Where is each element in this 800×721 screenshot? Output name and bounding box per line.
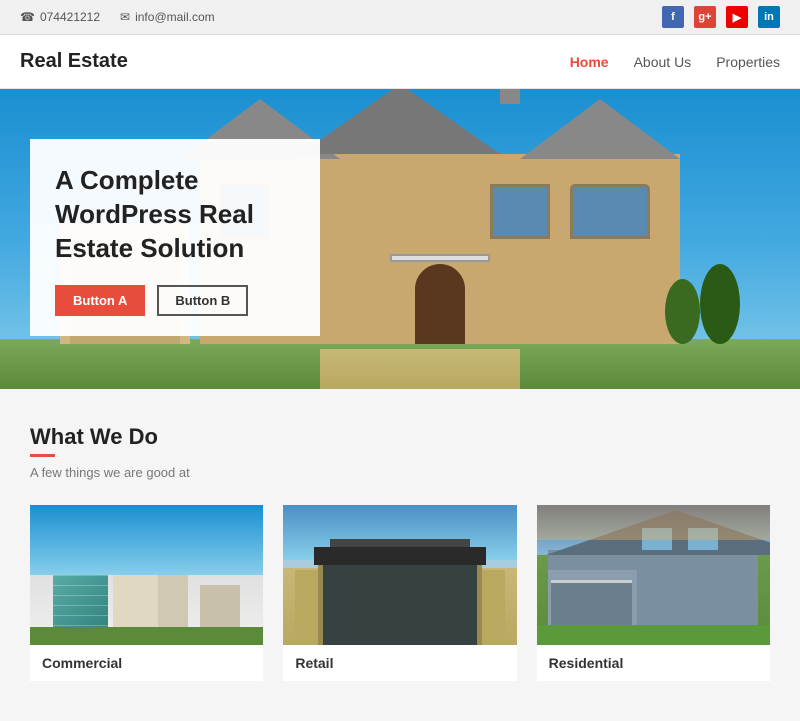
top-bar-left: ☎ 074421212 ✉ info@mail.com (20, 10, 215, 24)
house-window-3 (490, 184, 550, 239)
youtube-icon[interactable]: ▶ (726, 6, 748, 28)
house-chimney (500, 89, 520, 104)
commercial-label: Commercial (30, 645, 263, 681)
email-address: info@mail.com (135, 10, 215, 24)
house-door (415, 264, 465, 344)
retail-label: Retail (283, 645, 516, 681)
residential-image (537, 505, 770, 645)
commercial-image (30, 505, 263, 645)
google-plus-icon[interactable]: g+ (694, 6, 716, 28)
nav-about[interactable]: About Us (634, 54, 692, 70)
nav-properties[interactable]: Properties (716, 54, 780, 70)
phone-icon: ☎ (20, 10, 35, 24)
top-bar: ☎ 074421212 ✉ info@mail.com f g+ ▶ in (0, 0, 800, 35)
house-roof-right (520, 99, 680, 159)
section-title: What We Do (30, 424, 770, 450)
linkedin-icon[interactable]: in (758, 6, 780, 28)
site-logo: Real Estate (20, 50, 128, 73)
residential-label: Residential (537, 645, 770, 681)
facebook-icon[interactable]: f (662, 6, 684, 28)
nav-home[interactable]: Home (570, 54, 609, 70)
commercial-card: Commercial (30, 505, 263, 681)
what-we-do-section: What We Do A few things we are good at C… (0, 389, 800, 721)
house-window-2 (570, 184, 650, 239)
retail-image (283, 505, 516, 645)
section-subtitle: A few things we are good at (30, 465, 770, 480)
hero-buttons: Button A Button B (55, 285, 290, 316)
hero-title: A Complete WordPress Real Estate Solutio… (55, 164, 290, 265)
property-cards: Commercial Retail (30, 505, 770, 681)
tree-right-1 (700, 264, 740, 344)
phone-number: 074421212 (40, 10, 100, 24)
tree-right-2 (665, 279, 700, 344)
main-nav: Home About Us Properties (570, 54, 780, 70)
retail-card: Retail (283, 505, 516, 681)
hero-driveway (320, 349, 520, 389)
house-balcony (390, 254, 490, 262)
phone-item: ☎ 074421212 (20, 10, 100, 24)
hero-button-b[interactable]: Button B (157, 285, 248, 316)
residential-card: Residential (537, 505, 770, 681)
email-icon: ✉ (120, 10, 130, 24)
hero-overlay: A Complete WordPress Real Estate Solutio… (30, 139, 320, 336)
house-roof-center (300, 89, 500, 154)
hero-section: A Complete WordPress Real Estate Solutio… (0, 89, 800, 389)
email-item: ✉ info@mail.com (120, 10, 215, 24)
section-underline (30, 454, 55, 457)
header: Real Estate Home About Us Properties (0, 35, 800, 89)
social-icons: f g+ ▶ in (662, 6, 780, 28)
hero-button-a[interactable]: Button A (55, 285, 145, 316)
